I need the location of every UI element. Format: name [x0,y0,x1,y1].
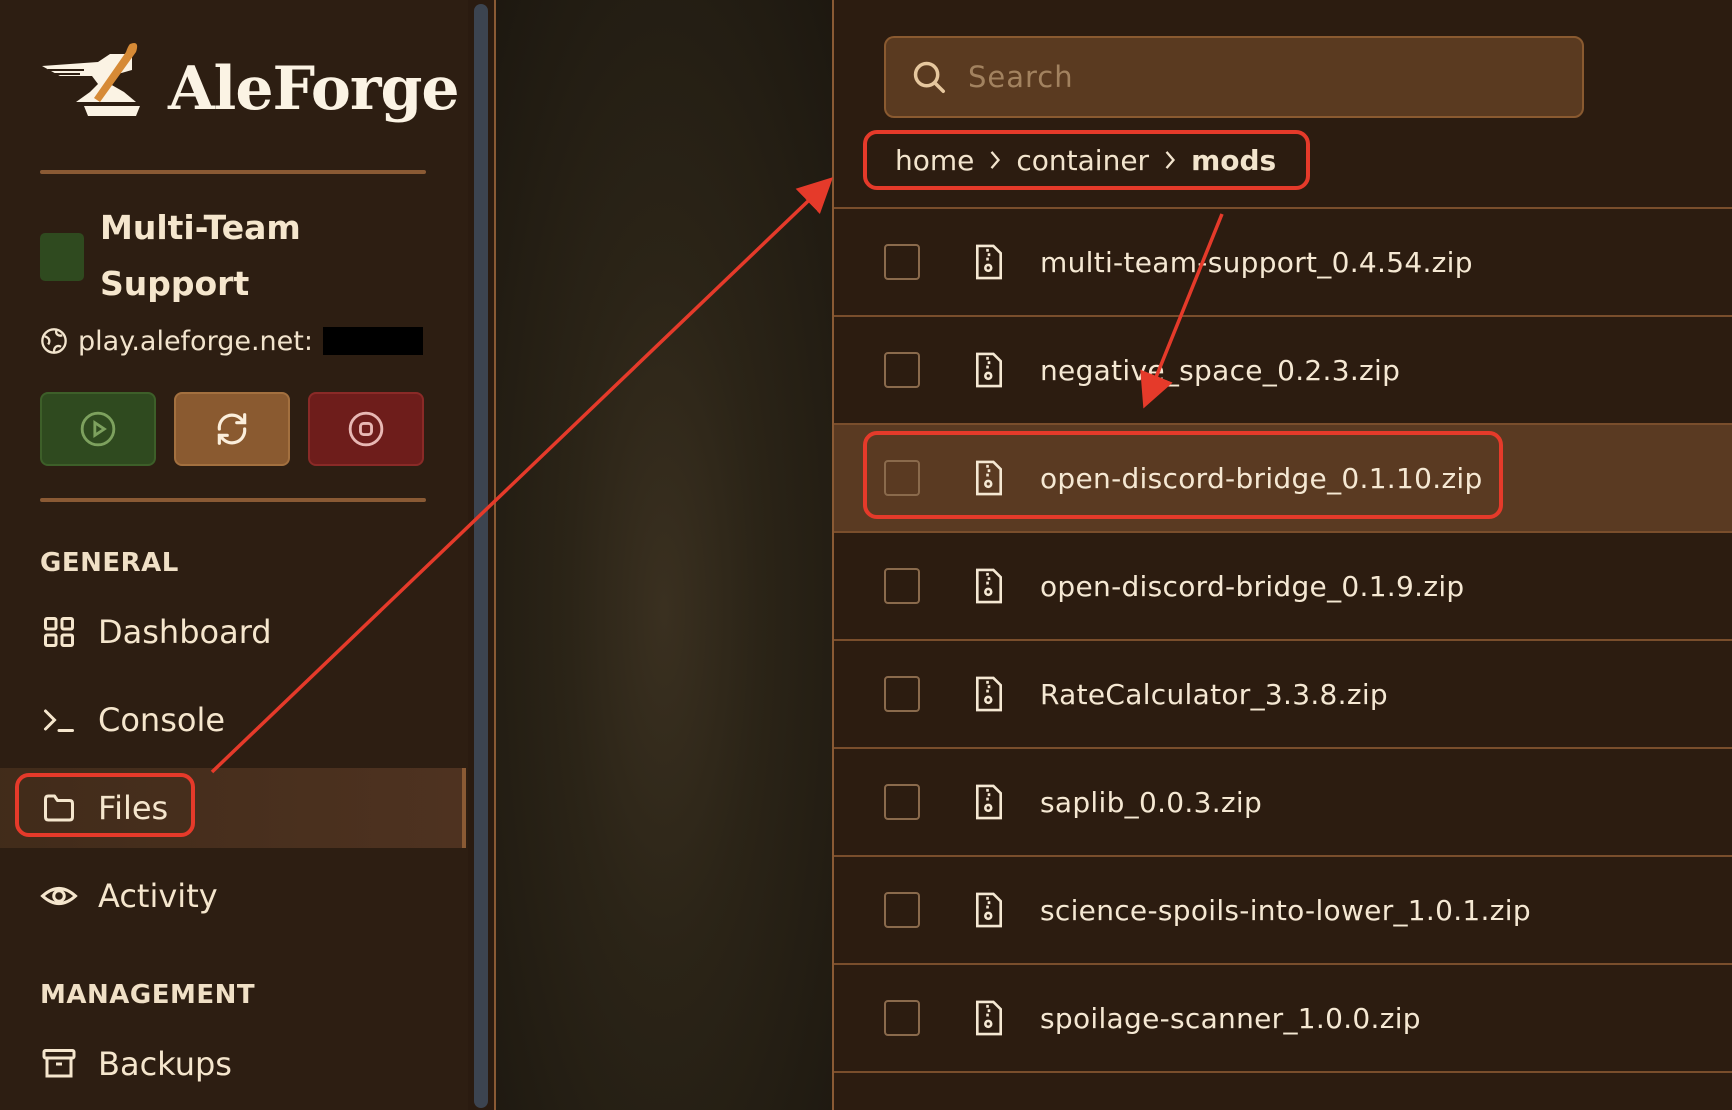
background-artwork [494,0,834,1110]
archive-icon [40,1045,78,1083]
search-box[interactable] [884,36,1584,118]
divider [40,498,426,502]
file-row[interactable]: saplib_0.0.3.zip [834,747,1732,855]
stop-button[interactable] [308,392,424,466]
sidebar-item-label: Dashboard [98,613,272,651]
sidebar-item-activity[interactable]: Activity [0,856,466,936]
file-name: saplib_0.0.3.zip [1040,785,1263,819]
zip-file-icon [975,1000,1003,1036]
eye-icon [40,877,78,915]
breadcrumb: home container mods [863,130,1311,190]
file-row[interactable]: multi-team-support_0.4.54.zip [834,207,1732,315]
sidebar-item-files[interactable]: Files [0,768,466,848]
zip-file-icon [975,568,1003,604]
server-status-swatch [40,233,84,281]
zip-file-icon [975,352,1003,388]
anvil-icon [42,43,140,116]
file-row[interactable]: spoilage-scanner_1.0.0.zip [834,963,1732,1071]
row-checkbox[interactable] [884,784,920,820]
search-input[interactable] [966,59,1530,95]
row-checkbox[interactable] [884,676,920,712]
section-title-management: MANAGEMENT [40,980,256,1010]
stop-circle-icon [348,411,384,447]
sidebar-item-label: Console [98,701,226,739]
row-checkbox[interactable] [884,892,920,928]
sidebar-item-label: Backups [98,1045,232,1083]
brand-name: AleForge [168,54,460,124]
file-name: science-spoils-into-lower_1.0.1.zip [1040,893,1531,927]
file-row-partial[interactable] [834,1071,1732,1110]
sidebar-item-console[interactable]: Console [0,680,466,760]
breadcrumb-mods: mods [1191,143,1277,177]
play-circle-icon [80,411,116,447]
sidebar-item-label: Activity [98,877,218,915]
folder-icon [40,789,78,827]
file-row[interactable]: open-discord-bridge_0.1.10.zip [834,423,1732,531]
row-checkbox[interactable] [884,460,920,496]
file-name: spoilage-scanner_1.0.0.zip [1040,1001,1421,1035]
file-row[interactable]: open-discord-bridge_0.1.9.zip [834,531,1732,639]
row-checkbox[interactable] [884,568,920,604]
row-checkbox[interactable] [884,1000,920,1036]
globe-icon [41,328,67,354]
row-checkbox[interactable] [884,352,920,388]
zip-file-icon [975,676,1003,712]
search-icon [913,61,945,93]
section-title-general: GENERAL [40,548,179,578]
terminal-icon [40,701,78,739]
server-address[interactable]: play.aleforge.net: [40,323,423,359]
chevron-right-icon [991,151,1001,169]
zip-file-icon [975,244,1003,280]
sidebar-item-backups[interactable]: Backups [0,1024,466,1104]
file-name: open-discord-bridge_0.1.9.zip [1040,569,1465,603]
server-name: Multi-Team Support [100,208,301,303]
restart-button[interactable] [174,392,290,466]
file-name: multi-team-support_0.4.54.zip [1040,245,1473,279]
refresh-icon [217,413,247,445]
file-row[interactable]: science-spoils-into-lower_1.0.1.zip [834,855,1732,963]
aleforge-logo[interactable]: AleForge [40,38,460,128]
sidebar-item-label: Files [98,789,169,827]
sidebar-item-dashboard[interactable]: Dashboard [0,592,466,672]
divider [40,170,426,174]
breadcrumb-container[interactable]: container [1016,144,1149,177]
file-name: negative_space_0.2.3.zip [1040,353,1401,387]
file-name: RateCalculator_3.3.8.zip [1040,677,1388,711]
dashboard-grid-icon [40,613,78,651]
redacted-port [322,327,423,355]
file-name: open-discord-bridge_0.1.10.zip [1040,461,1483,495]
chevron-right-icon [1165,151,1176,169]
start-button[interactable] [40,392,156,466]
zip-file-icon [975,784,1003,820]
row-checkbox[interactable] [884,244,920,280]
file-row[interactable]: negative_space_0.2.3.zip [834,315,1732,423]
file-row[interactable]: RateCalculator_3.3.8.zip [834,639,1732,747]
zip-file-icon [975,460,1003,496]
zip-file-icon [975,892,1003,928]
sidebar: AleForge Multi-Team Support play.aleforg… [0,0,468,1110]
server-address-text: play.aleforge.net: [78,325,313,357]
breadcrumb-home[interactable]: home [895,144,974,177]
sidebar-scrollbar[interactable] [474,4,488,1108]
